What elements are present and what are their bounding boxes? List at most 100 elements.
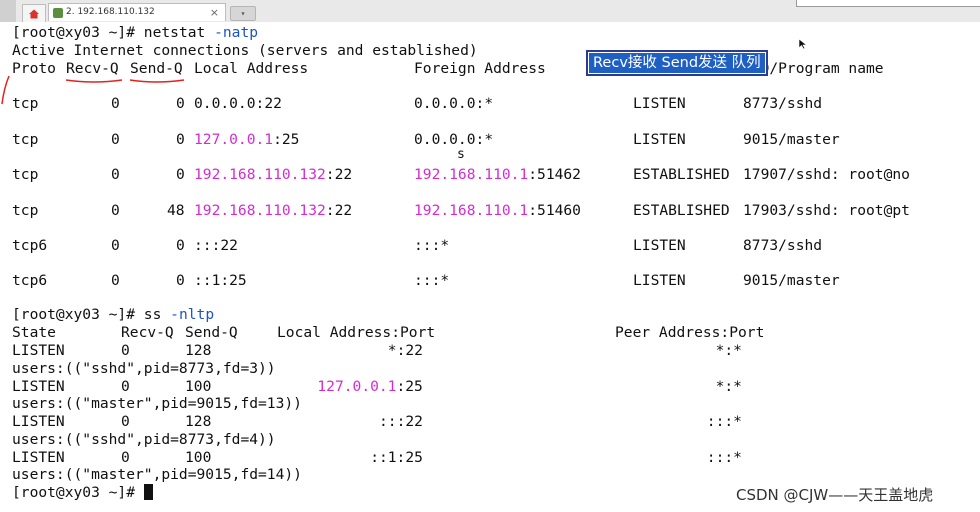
local-separator: : — [255, 95, 265, 112]
foreign-separator: : — [475, 95, 485, 112]
ss-command-line: [root@xy03 ~]# ss -nltp — [12, 306, 214, 324]
recv-q-cell: 0 — [111, 131, 120, 148]
send-q-cell: 128 — [185, 342, 212, 359]
recv-q-cell: 0 — [111, 237, 120, 254]
header-local-address-port: Local Address:Port — [277, 324, 436, 341]
local-address-cell: 0.0.0.0:22 — [194, 95, 282, 113]
local-port: :25 — [396, 377, 423, 395]
send-q-cell: 0 — [176, 166, 185, 183]
foreign-port: :::* — [414, 237, 450, 254]
home-tab[interactable] — [22, 4, 46, 22]
local-port: ::1:25 — [370, 448, 423, 466]
header-send-q: Send-Q — [130, 60, 183, 77]
mouse-pointer-icon — [798, 38, 808, 50]
proto-cell: tcp — [12, 166, 39, 183]
peer-address-cell: :::* — [706, 448, 742, 466]
users-info-line: users:(("sshd",pid=8773,fd=3)) — [12, 359, 276, 377]
foreign-address-cell: :::* — [414, 272, 449, 290]
local-ip: 192.168.110.132 — [194, 202, 326, 219]
send-q-cell: 48 — [167, 202, 185, 219]
header-foreign-address: Foreign Address — [414, 60, 546, 77]
local-port: :::22 — [379, 413, 423, 430]
send-q-cell: 0 — [176, 131, 185, 148]
recv-q-cell: 0 — [111, 95, 120, 112]
header-local-address: Local Address — [194, 60, 309, 77]
local-ip: 192.168.110.132 — [194, 166, 326, 183]
proto-cell: tcp — [12, 202, 39, 219]
local-address-cell: 127.0.0.1:25 — [194, 131, 299, 149]
proto-cell: tcp6 — [12, 272, 48, 289]
state-cell: ESTABLISHED — [633, 166, 730, 183]
local-address-cell: *:22 — [388, 342, 423, 360]
foreign-port: 51460 — [537, 202, 581, 219]
peer-address-cell: :::* — [706, 413, 742, 430]
command-option: -nltp — [170, 306, 215, 323]
annotation-mark-left — [1, 75, 10, 105]
users-info-line: users:(("master",pid=9015,fd=13)) — [12, 395, 302, 412]
local-port: 22 — [334, 166, 353, 183]
command-text: ss — [143, 306, 162, 323]
local-port: ::1:25 — [194, 272, 247, 289]
send-q-cell: 0 — [176, 272, 185, 289]
pid-program-cell: 17903/sshd: root@pt — [743, 202, 910, 219]
header-recv-q: Recv-Q — [66, 60, 119, 77]
send-q-cell: 100 — [185, 377, 212, 395]
header-state: State — [12, 324, 56, 341]
state-cell: LISTEN — [633, 131, 686, 148]
tab-bar: 2. 192.168.110.132 × ▾ — [0, 0, 980, 23]
connected-icon — [53, 8, 63, 18]
state-cell: LISTEN — [12, 448, 65, 466]
foreign-separator: : — [475, 131, 485, 148]
users-info-line: users:(("master",pid=9015,fd=14)) — [12, 466, 302, 483]
pid-program-cell: 8773/sshd — [743, 237, 823, 254]
final-prompt-line[interactable]: [root@xy03 ~]# — [12, 484, 153, 502]
local-address-cell: 192.168.110.132:22 — [194, 202, 352, 220]
state-cell: LISTEN — [633, 237, 686, 254]
annotation-box: Recv接收 Send发送 队列 — [586, 50, 768, 76]
pid-program-cell: 8773/sshd — [743, 95, 823, 112]
peer-address-cell: *:* — [715, 342, 742, 359]
users-info-line: users:(("sshd",pid=8773,fd=4)) — [12, 430, 276, 448]
local-ip: 0.0.0.0 — [194, 95, 256, 112]
state-cell: LISTEN — [12, 413, 65, 430]
pid-program-cell: 9015/master — [743, 272, 840, 289]
local-ip: 127.0.0.1 — [194, 131, 274, 148]
foreign-port: :::* — [414, 272, 450, 289]
recv-q-cell: 0 — [111, 272, 120, 289]
send-q-cell: 0 — [176, 95, 185, 112]
stray-char: s — [457, 147, 465, 162]
new-tab-dropdown[interactable]: ▾ — [230, 6, 256, 21]
recv-q-cell: 0 — [121, 448, 130, 466]
foreign-port: * — [484, 95, 494, 112]
state-cell: LISTEN — [12, 377, 65, 395]
prompt: [root@xy03 ~]# — [12, 24, 144, 41]
send-q-cell: 128 — [185, 413, 212, 430]
local-port: 25 — [281, 131, 300, 148]
send-q-cell: 0 — [176, 237, 185, 254]
state-cell: LISTEN — [633, 272, 686, 289]
prompt: [root@xy03 ~]# — [12, 306, 144, 323]
close-tab-icon[interactable]: × — [210, 6, 219, 19]
recv-q-cell: 0 — [111, 202, 120, 219]
state-cell: ESTABLISHED — [633, 202, 730, 219]
terminal-area[interactable]: [root@xy03 ~]# netstat -natp Active Inte… — [0, 22, 980, 512]
peer-address-cell: *:* — [715, 377, 742, 395]
pid-program-cell: 17907/sshd: root@no — [743, 166, 910, 183]
local-port: *:22 — [387, 342, 423, 359]
recv-q-cell: 0 — [121, 342, 130, 359]
proto-cell: tcp — [12, 131, 39, 148]
annotation-text: Recv接收 Send发送 队列 — [589, 53, 765, 73]
proto-cell: tcp — [12, 95, 39, 112]
header-recv-q: Recv-Q — [121, 324, 174, 341]
proto-cell: tcp6 — [12, 237, 48, 254]
foreign-separator: : — [528, 166, 538, 183]
local-address-cell: ::1:25 — [370, 449, 423, 467]
foreign-port: 51462 — [537, 166, 581, 183]
foreign-ip: 192.168.110.1 — [414, 166, 529, 183]
command-option: -natp — [214, 24, 259, 41]
window-overlay-edge — [796, 0, 980, 7]
session-tab[interactable]: 2. 192.168.110.132 × — [48, 3, 226, 21]
foreign-ip: 0.0.0.0 — [414, 95, 476, 112]
command-text: netstat — [143, 24, 206, 41]
foreign-port: * — [484, 131, 494, 148]
